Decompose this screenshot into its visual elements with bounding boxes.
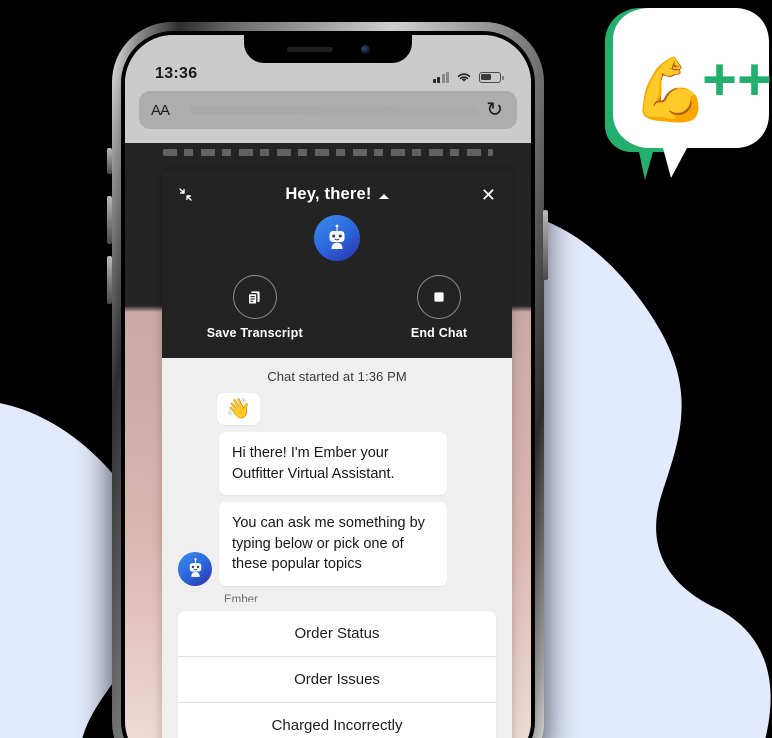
topic-charged-incorrectly[interactable]: Charged Incorrectly [178,703,496,738]
message-row-emoji: 👋 [178,393,496,425]
wifi-icon [457,73,471,82]
front-camera [360,44,370,54]
message-row: Hi there! I'm Ember your Outfitter Virtu… [178,432,496,496]
phone-volume-down-button[interactable] [107,256,112,304]
caret-up-icon[interactable] [378,193,389,199]
chat-started-timestamp: Chat started at 1:36 PM [267,369,407,384]
cellular-bars-icon [432,71,449,83]
bot-avatar-small [178,551,212,586]
phone-device-frame: 13:36 AA ↻ Hey, there! ✕ Save Transcript… [112,22,544,738]
save-transcript-label: Save Transcript [206,326,303,340]
chat-widget: Hey, there! ✕ Save Transcript End Chat C… [162,171,512,738]
message-bubble: Hi there! I'm Ember your Outfitter Virtu… [219,432,447,496]
message-row: You can ask me something by typing below… [178,502,496,586]
bot-avatar-large [314,215,360,261]
robot-avatar-icon [329,224,345,249]
close-icon[interactable]: ✕ [481,186,496,204]
webpage-text-placeholder [163,149,493,156]
phone-screen: 13:36 AA ↻ Hey, there! ✕ Save Transcript… [125,35,531,738]
status-bar-icons [432,71,504,83]
wave-emoji-bubble: 👋 [217,393,260,425]
phone-power-button[interactable] [543,210,548,280]
text-size-icon[interactable]: AA [151,102,170,119]
topic-order-issues[interactable]: Order Issues [178,657,496,704]
collapse-arrows-icon[interactable] [178,187,193,202]
chat-title: Hey, there! [285,185,372,203]
chat-header-top-row: Hey, there! ✕ [162,185,512,204]
chat-title-group[interactable]: Hey, there! [285,185,389,204]
phone-bezel: 13:36 AA ↻ Hey, there! ✕ Save Transcript… [121,31,535,738]
muscle-emoji: 💪 [632,53,709,126]
robot-avatar-icon [189,558,201,578]
stop-square-icon [434,292,444,302]
chat-header-actions: Save Transcript End Chat [162,275,512,340]
phone-mute-switch[interactable] [107,148,112,174]
end-chat-label: End Chat [410,326,468,340]
documents-copy-icon [248,290,260,305]
end-chat-button[interactable]: End Chat [411,275,467,340]
url-input[interactable]: AA ↻ [139,91,517,129]
status-bar-clock: 13:36 [155,65,198,82]
save-transcript-icon-circle [232,275,277,319]
message-sender-name: Ember [224,593,258,603]
chat-message-list: Chat started at 1:36 PM 👋 Hi there! I'm … [162,358,512,602]
plus-plus-text: ++ [702,46,772,113]
speech-bubble-muscle-plus-plus-logo: 💪 ++ [605,8,772,180]
save-transcript-button[interactable]: Save Transcript [207,275,303,340]
quick-topic-list: Order Status Order Issues Charged Incorr… [178,611,496,738]
page-root: 13:36 AA ↻ Hey, there! ✕ Save Transcript… [0,0,772,738]
safari-address-bar: AA ↻ [125,87,531,141]
end-chat-icon-circle [417,275,462,319]
message-bubble: You can ask me something by typing below… [219,502,447,586]
topic-order-status[interactable]: Order Status [178,611,496,658]
reload-icon[interactable]: ↻ [486,100,503,120]
chat-header: Hey, there! ✕ Save Transcript End Chat [162,171,512,358]
phone-notch [244,35,412,63]
url-text [191,105,477,115]
earpiece-speaker [286,46,333,52]
phone-volume-up-button[interactable] [107,196,112,244]
battery-icon [479,71,504,83]
